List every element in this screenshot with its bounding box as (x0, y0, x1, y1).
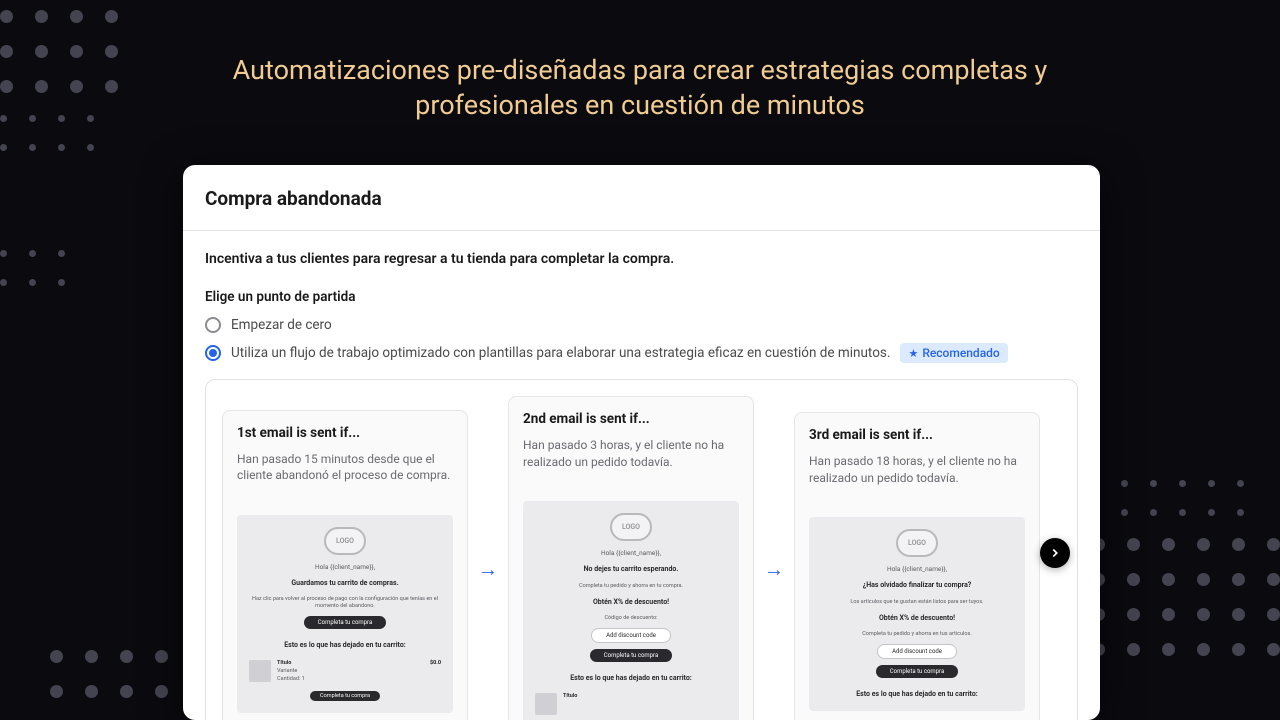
email-step-title: 2nd email is sent if... (523, 411, 739, 427)
email-step-desc: Han pasado 3 horas, y el cliente no ha r… (523, 437, 739, 485)
hero-title: Automatizaciones pre-diseñadas para crea… (0, 53, 1280, 123)
decorative-dots (1092, 480, 1280, 678)
logo-placeholder: LOGO (896, 529, 938, 557)
email-preview: LOGO Hola {{client_name}}, Guardamos tu … (237, 515, 453, 714)
radio-start-from-scratch[interactable]: Empezar de cero (205, 317, 1078, 333)
radio-label: Utiliza un flujo de trabajo optimizado c… (231, 345, 890, 361)
image-placeholder-icon (249, 660, 271, 682)
divider (183, 230, 1100, 231)
radio-label: Empezar de cero (231, 317, 332, 333)
email-preview: LOGO Hola {{client_name}}, No dejes tu c… (523, 501, 739, 720)
email-step-2[interactable]: 2nd email is sent if... Han pasado 3 hor… (508, 396, 754, 720)
panel-title: Compra abandonada (205, 187, 1078, 210)
preview-cta: Completa tu compra (590, 649, 672, 662)
radio-use-template[interactable]: Utiliza un flujo de trabajo optimizado c… (205, 343, 1078, 363)
decorative-dots (0, 250, 65, 308)
email-step-desc: Han pasado 18 horas, y el cliente no ha … (809, 453, 1025, 501)
preview-add-code: Add discount code (591, 628, 671, 643)
arrow-right-icon: → (478, 557, 498, 582)
image-placeholder-icon (535, 693, 557, 715)
email-preview: LOGO Hola {{client_name}}, ¿Has olvidado… (809, 517, 1025, 711)
star-icon: ★ (908, 347, 918, 360)
logo-placeholder: LOGO (324, 527, 366, 555)
email-step-1[interactable]: 1st email is sent if... Han pasado 15 mi… (222, 410, 468, 720)
preview-cta: Completa tu compra (310, 691, 380, 701)
recommended-badge: ★ Recomendado (900, 343, 1007, 363)
preview-cta: Completa tu compra (304, 616, 386, 629)
panel-description: Incentiva a tus clientes para regresar a… (205, 251, 1078, 267)
radio-icon (205, 345, 221, 361)
next-button[interactable] (1040, 538, 1070, 568)
chevron-right-icon (1048, 546, 1062, 560)
email-step-title: 1st email is sent if... (237, 425, 453, 441)
email-flow: 1st email is sent if... Han pasado 15 mi… (205, 379, 1078, 720)
automation-panel: Compra abandonada Incentiva a tus client… (183, 165, 1100, 720)
preview-cta: Completa tu compra (876, 665, 958, 678)
starting-point-label: Elige un punto de partida (205, 289, 1078, 305)
radio-icon (205, 317, 221, 333)
email-step-3[interactable]: 3rd email is sent if... Han pasado 18 ho… (794, 412, 1040, 720)
logo-placeholder: LOGO (610, 513, 652, 541)
arrow-right-icon: → (764, 557, 784, 582)
email-step-desc: Han pasado 15 minutos desde que el clien… (237, 451, 453, 499)
preview-add-code: Add discount code (877, 644, 957, 659)
email-step-title: 3rd email is sent if... (809, 427, 1025, 443)
